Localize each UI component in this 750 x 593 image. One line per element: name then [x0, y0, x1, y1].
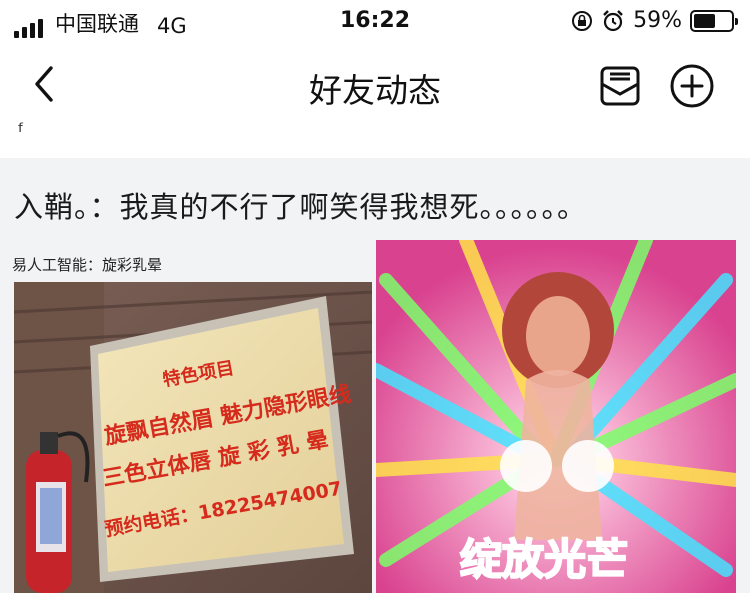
add-post-button[interactable] [668, 62, 716, 110]
feed-content: 入鞘。：我真的不行了啊笑得我想死。。。。。。 易人工智能：旋彩乳晕 特色项目 旋… [0, 158, 750, 593]
partial-glyph: ᶠ [18, 120, 25, 145]
nav-bar: 好友动态 [0, 50, 750, 122]
battery-icon [690, 9, 738, 32]
image-caption: 易人工智能：旋彩乳晕 [12, 256, 163, 274]
battery-fill [694, 13, 716, 28]
sign-photo[interactable]: 特色项目 旋飘自然眉 魅力隐形眼线 三色立体唇 旋 彩 乳 晕 预约电话：182… [14, 282, 372, 593]
battery-percent: 59% [633, 8, 682, 33]
sign-photo-art: 特色项目 旋飘自然眉 魅力隐形眼线 三色立体唇 旋 彩 乳 晕 预约电话：182… [14, 282, 372, 593]
status-right: 59% [571, 8, 738, 33]
messages-button[interactable] [596, 64, 644, 108]
inbox-icon [600, 66, 640, 106]
meme-caption: 绽放光芒 [460, 535, 628, 584]
alarm-icon [603, 9, 623, 31]
meme-photo-art: 绽放光芒 [376, 240, 736, 593]
post-text: 入鞘。：我真的不行了啊笑得我想死。。。。。。 [14, 190, 588, 224]
meme-photo[interactable]: 绽放光芒 [376, 240, 736, 593]
plus-circle-icon [670, 64, 714, 108]
rotation-lock-icon [572, 10, 593, 31]
status-bar: 中国联通 4G 16:22 59% [0, 0, 750, 44]
